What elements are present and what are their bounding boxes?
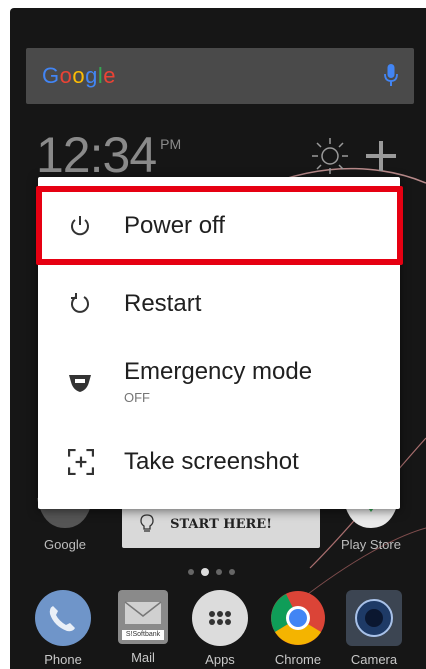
google-search-bar[interactable]: Google: [26, 48, 414, 104]
app-label-play-store: Play Store: [341, 537, 401, 552]
menu-label-restart: Restart: [124, 289, 202, 317]
page-dot: [216, 569, 222, 575]
clock-ampm: PM: [160, 136, 182, 152]
plus-icon[interactable]: [366, 141, 396, 171]
start-here-text: START HERE!: [170, 516, 272, 532]
google-logo: Google: [42, 63, 117, 88]
power-off-menu-item[interactable]: Power off: [38, 186, 400, 266]
app-dock: Phone S!Softbank Mail Apps Chrome Camera: [10, 590, 426, 669]
page-dot-active: [201, 568, 209, 576]
clock-widget[interactable]: 12:34 PM: [36, 130, 181, 180]
phone-icon: [35, 590, 91, 646]
apps-grid-icon: [192, 590, 248, 646]
app-label-google: Google: [44, 537, 86, 552]
power-icon: [71, 216, 89, 236]
page-dot: [188, 569, 194, 575]
dock-item-mail[interactable]: S!Softbank Mail: [103, 590, 183, 665]
sun-weather-icon[interactable]: [310, 136, 350, 176]
menu-label-take-screenshot: Take screenshot: [124, 447, 299, 475]
menu-label-emergency-mode: Emergency mode: [124, 358, 313, 386]
chrome-icon: [270, 590, 326, 646]
dock-label-mail: Mail: [131, 650, 155, 665]
dock-item-camera[interactable]: Camera: [334, 590, 414, 667]
emergency-mode-icon: [69, 375, 91, 392]
restart-menu-item[interactable]: Restart: [38, 264, 400, 344]
microphone-icon[interactable]: [384, 64, 398, 88]
screenshot-icon: [68, 449, 94, 475]
dock-label-phone: Phone: [44, 652, 82, 667]
lightbulb-icon: [140, 514, 154, 532]
dock-item-chrome[interactable]: Chrome: [258, 590, 338, 667]
camera-icon: [346, 590, 402, 646]
power-menu-dialog: Power off Restart Emergency mode OFF Tak…: [38, 177, 400, 509]
emergency-mode-status: OFF: [124, 389, 150, 405]
clock-time: 12:34: [36, 127, 157, 183]
menu-label-power-off: Power off: [124, 211, 225, 239]
dock-label-apps: Apps: [205, 652, 235, 667]
page-indicator: [188, 568, 235, 576]
page-dot: [229, 569, 235, 575]
take-screenshot-menu-item[interactable]: Take screenshot: [38, 422, 400, 502]
dock-item-apps[interactable]: Apps: [180, 590, 260, 667]
restart-icon: [71, 293, 89, 313]
emergency-mode-menu-item[interactable]: Emergency mode OFF: [38, 342, 400, 422]
device-frame: Google 12:34 PM Google START HERE! Play …: [0, 0, 426, 669]
dock-label-chrome: Chrome: [274, 652, 322, 667]
dock-label-camera: Camera: [350, 652, 398, 667]
mail-badge-text: S!Softbank: [125, 631, 161, 638]
mail-icon: S!Softbank: [118, 590, 168, 644]
dock-item-phone[interactable]: Phone: [23, 590, 103, 667]
